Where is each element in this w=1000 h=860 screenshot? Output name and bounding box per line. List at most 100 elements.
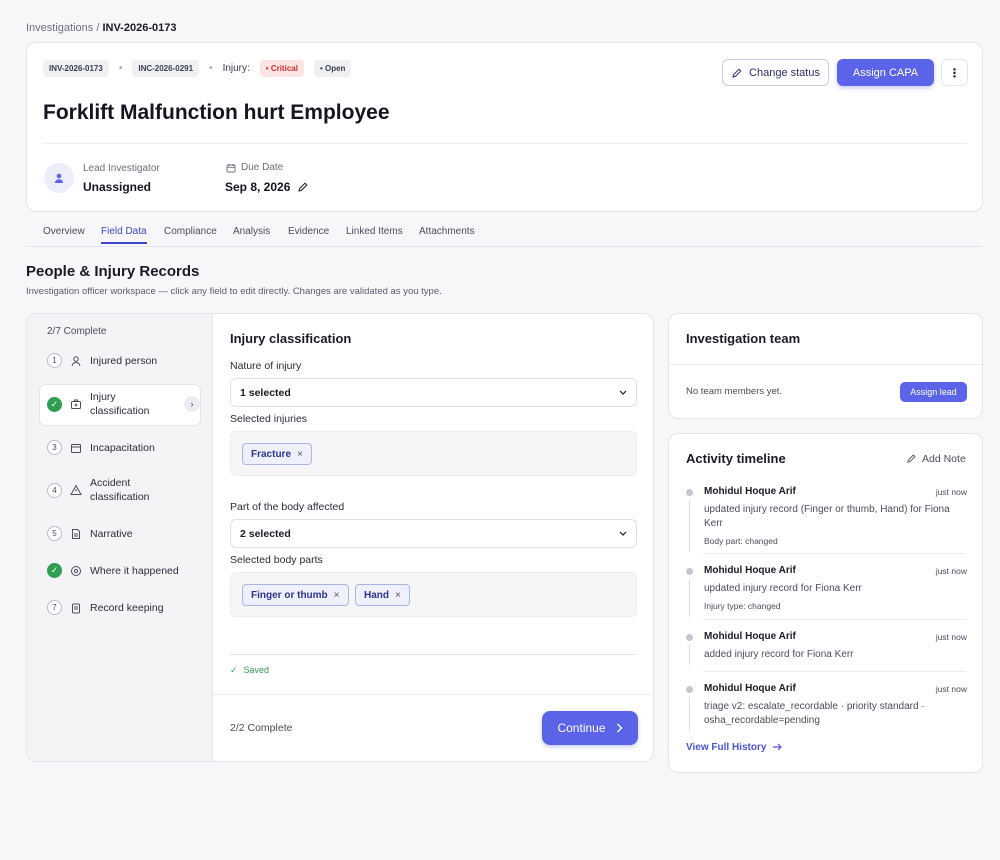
due-date-value[interactable]: Sep 8, 2026 bbox=[225, 180, 290, 194]
body-part-label: Part of the body affected bbox=[230, 501, 345, 513]
event-message: updated injury record for Fiona Kerr bbox=[704, 583, 862, 594]
section-subtitle: Investigation officer workspace — click … bbox=[26, 286, 442, 297]
event-detail: Body part: changed bbox=[704, 536, 778, 546]
document-icon bbox=[72, 528, 80, 539]
pencil-icon bbox=[907, 454, 916, 463]
team-title: Investigation team bbox=[686, 331, 801, 346]
assign-lead-label: Assign lead bbox=[910, 387, 957, 397]
continue-label: Continue bbox=[557, 721, 606, 735]
event-author: Mohidul Hoque Arif bbox=[704, 631, 796, 642]
chevron-down-icon bbox=[619, 390, 627, 395]
breadcrumb-current: INV-2026-0173 bbox=[102, 22, 177, 34]
investigation-id-tag: INV-2026-0173 bbox=[43, 60, 109, 77]
assign-capa-button[interactable]: Assign CAPA bbox=[837, 59, 934, 86]
step-number: 4 bbox=[47, 483, 62, 498]
location-pin-icon bbox=[71, 565, 81, 576]
step-where-it-happened[interactable]: ✓ Where it happened bbox=[47, 563, 179, 578]
activity-timeline-card: Activity timeline Add Note Mohidul Hoque… bbox=[668, 433, 983, 773]
step-accident-classification[interactable]: 4 Accident classification bbox=[47, 476, 170, 504]
step-label: Record keeping bbox=[90, 601, 164, 614]
nature-of-injury-label: Nature of injury bbox=[230, 360, 302, 372]
timeline-dot bbox=[686, 489, 693, 496]
dot-separator: • bbox=[118, 63, 123, 74]
timeline-event: Mohidul Hoque Arif just now triage v2: e… bbox=[686, 683, 967, 731]
assign-lead-button[interactable]: Assign lead bbox=[900, 382, 967, 402]
chevron-right-icon bbox=[616, 723, 623, 733]
chevron-down-icon bbox=[619, 531, 627, 536]
timeline-line bbox=[689, 697, 690, 731]
team-empty-text: No team members yet. bbox=[686, 386, 783, 397]
view-full-history-link[interactable]: View Full History bbox=[686, 742, 783, 753]
body-part-chip[interactable]: Finger or thumb × bbox=[242, 584, 349, 606]
person-icon bbox=[71, 355, 81, 366]
check-icon: ✓ bbox=[230, 665, 238, 675]
selected-injuries-box: Fracture × bbox=[230, 431, 637, 476]
injury-label: Injury: bbox=[222, 63, 250, 74]
chip-label: Hand bbox=[364, 589, 389, 601]
divider bbox=[703, 619, 966, 620]
tab-analysis[interactable]: Analysis bbox=[233, 226, 270, 237]
check-icon: ✓ bbox=[47, 397, 62, 412]
check-icon: ✓ bbox=[47, 563, 62, 578]
form-title: Injury classification bbox=[230, 331, 352, 346]
investigation-header: INV-2026-0173 • INC-2026-0291 • Injury: … bbox=[26, 42, 983, 212]
nature-of-injury-select[interactable]: 1 selected bbox=[230, 378, 637, 407]
body-part-chip[interactable]: Hand × bbox=[355, 584, 410, 606]
remove-icon[interactable]: × bbox=[395, 590, 401, 601]
breadcrumb-separator: / bbox=[96, 22, 100, 34]
tab-attachments[interactable]: Attachments bbox=[419, 226, 475, 237]
lead-investigator-value[interactable]: Unassigned bbox=[83, 180, 151, 194]
timeline-line bbox=[689, 500, 690, 552]
step-label: Narrative bbox=[90, 527, 133, 540]
tab-evidence[interactable]: Evidence bbox=[288, 226, 329, 237]
body-part-select[interactable]: 2 selected bbox=[230, 519, 637, 548]
change-status-button[interactable]: Change status bbox=[722, 59, 829, 86]
step-number: 5 bbox=[47, 526, 62, 541]
tab-compliance[interactable]: Compliance bbox=[164, 226, 217, 237]
activity-title: Activity timeline bbox=[686, 451, 786, 466]
status-badge: • Open bbox=[313, 60, 352, 77]
step-incapacitation[interactable]: 3 Incapacitation bbox=[47, 440, 155, 455]
step-record-keeping[interactable]: 7 Record keeping bbox=[47, 600, 164, 615]
more-options-button[interactable]: ⋮ bbox=[941, 59, 968, 86]
section-title: People & Injury Records bbox=[26, 263, 200, 280]
clipboard-icon bbox=[72, 603, 80, 613]
remove-icon[interactable]: × bbox=[334, 590, 340, 601]
select-value: 1 selected bbox=[240, 386, 291, 399]
edit-date-icon[interactable] bbox=[297, 181, 309, 193]
selected-body-parts-label: Selected body parts bbox=[230, 554, 323, 566]
timeline-line bbox=[689, 645, 690, 665]
event-author: Mohidul Hoque Arif bbox=[704, 683, 796, 694]
field-data-panel: 2/7 Complete 1 Injured person ✓ Injury c… bbox=[26, 313, 654, 762]
footer-progress: 2/2 Complete bbox=[230, 722, 293, 734]
step-label: Injured person bbox=[90, 354, 158, 367]
tab-bar: Overview Field Data Compliance Analysis … bbox=[26, 226, 983, 247]
tab-field-data[interactable]: Field Data bbox=[101, 226, 147, 244]
divider bbox=[43, 143, 967, 144]
continue-button[interactable]: Continue bbox=[542, 711, 638, 745]
calendar-icon bbox=[226, 164, 236, 173]
steps-progress: 2/7 Complete bbox=[47, 326, 107, 337]
divider bbox=[669, 364, 982, 365]
pencil-icon bbox=[732, 67, 742, 78]
breadcrumb-parent[interactable]: Investigations bbox=[26, 22, 93, 34]
tab-overview[interactable]: Overview bbox=[43, 226, 85, 237]
saved-indicator: ✓ Saved bbox=[230, 665, 269, 676]
tab-linked-items[interactable]: Linked Items bbox=[346, 226, 403, 237]
timeline-event: Mohidul Hoque Arif just now added injury… bbox=[686, 631, 967, 665]
incident-id-tag[interactable]: INC-2026-0291 bbox=[132, 60, 200, 77]
step-label: Where it happened bbox=[90, 564, 179, 577]
event-time: just now bbox=[935, 566, 967, 576]
step-label: Accident classification bbox=[90, 477, 150, 503]
divider bbox=[703, 671, 966, 672]
injury-chip[interactable]: Fracture × bbox=[242, 443, 312, 465]
step-injury-classification[interactable]: ✓ Injury classification › bbox=[47, 390, 200, 418]
step-injured-person[interactable]: 1 Injured person bbox=[47, 353, 157, 368]
step-label: Incapacitation bbox=[90, 441, 155, 454]
add-note-button[interactable]: Add Note bbox=[906, 453, 966, 465]
event-time: just now bbox=[935, 632, 967, 642]
remove-icon[interactable]: × bbox=[297, 449, 303, 460]
step-narrative[interactable]: 5 Narrative bbox=[47, 526, 133, 541]
event-author: Mohidul Hoque Arif bbox=[704, 565, 796, 576]
timeline-line bbox=[689, 579, 690, 617]
